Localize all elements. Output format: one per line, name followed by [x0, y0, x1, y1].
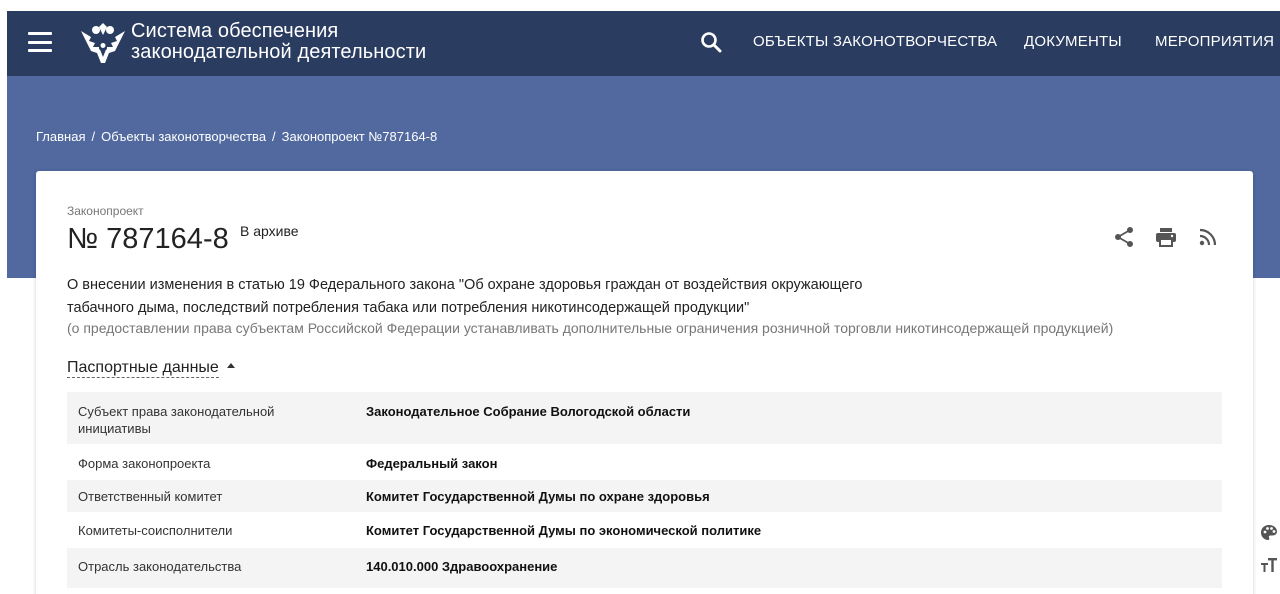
- hamburger-icon[interactable]: [28, 32, 52, 52]
- breadcrumb-separator: /: [272, 129, 276, 144]
- bill-card: Законопроект № 787164-8 В архиве О внесе…: [36, 171, 1253, 594]
- table-row: Субъект права законодательной инициативы…: [67, 392, 1222, 444]
- row-value: Комитет Государственной Думы по экономич…: [366, 523, 762, 538]
- row-value: 140.010.000 Здравоохранение: [366, 559, 558, 574]
- row-key: Отрасль законодательства: [78, 559, 242, 574]
- font-size-icon[interactable]: [1260, 556, 1278, 574]
- nav-documents[interactable]: ДОКУМЕНТЫ: [1024, 33, 1122, 50]
- site-title-line1: Система обеспечения: [131, 20, 339, 42]
- bill-title-line1: О внесении изменения в статью 19 Федерал…: [67, 277, 863, 293]
- table-row: Комитеты-соисполнители Комитет Государст…: [67, 512, 1222, 548]
- table-row: Форма законопроекта Федеральный закон: [67, 444, 1222, 480]
- search-icon[interactable]: [700, 31, 722, 53]
- row-key: Форма законопроекта: [78, 456, 211, 471]
- breadcrumb-current: Законопроект №787164-8: [281, 129, 438, 144]
- nav-events[interactable]: МЕРОПРИЯТИЯ: [1155, 33, 1274, 50]
- row-key-line2: инициативы: [78, 421, 151, 436]
- passport-data-label: Паспортные данные: [67, 359, 219, 378]
- row-key: Субъект права законодательной инициативы: [78, 403, 366, 437]
- passport-data-toggle[interactable]: Паспортные данные: [67, 359, 235, 378]
- share-icon[interactable]: [1112, 225, 1136, 249]
- print-icon[interactable]: [1154, 225, 1178, 249]
- rss-icon[interactable]: [1196, 225, 1220, 249]
- table-row: Ответственный комитет Комитет Государств…: [67, 480, 1222, 512]
- status-badge: В архиве: [240, 223, 299, 239]
- top-header: Система обеспечения законодательной деят…: [7, 11, 1280, 76]
- caret-up-icon: [226, 363, 235, 369]
- row-key: Ответственный комитет: [78, 489, 223, 504]
- breadcrumb-home[interactable]: Главная: [36, 129, 85, 144]
- bill-subtitle: (о предоставлении права субъектам Россий…: [67, 320, 1114, 336]
- passport-table: Субъект права законодательной инициативы…: [67, 392, 1222, 588]
- nav-lawmaking-objects[interactable]: ОБЪЕКТЫ ЗАКОНОТВОРЧЕСТВА: [753, 33, 997, 50]
- table-row: Отрасль законодательства 140.010.000 Здр…: [67, 548, 1222, 588]
- palette-icon[interactable]: [1260, 524, 1278, 542]
- row-value: Законодательное Собрание Вологодской обл…: [366, 404, 691, 419]
- breadcrumb-separator: /: [91, 129, 96, 144]
- emblem-icon[interactable]: [79, 21, 127, 65]
- bill-title-line2: табачного дыма, последствий потребления …: [67, 300, 750, 316]
- row-key-line1: Субъект права законодательной: [78, 404, 275, 419]
- page: Система обеспечения законодательной деят…: [0, 0, 1280, 594]
- site-title-line2: законодательной деятельности: [131, 41, 427, 63]
- row-key: Комитеты-соисполнители: [78, 523, 233, 538]
- doc-type-label: Законопроект: [67, 204, 144, 218]
- bill-number: № 787164-8: [67, 223, 229, 255]
- bill-title: О внесении изменения в статью 19 Федерал…: [67, 274, 1067, 320]
- site-title[interactable]: Система обеспечения законодательной деят…: [131, 21, 426, 63]
- row-value: Комитет Государственной Думы по охране з…: [366, 489, 710, 504]
- row-value: Федеральный закон: [366, 456, 498, 471]
- breadcrumb-lawmaking-objects[interactable]: Объекты законотворчества: [101, 129, 266, 144]
- breadcrumb: Главная / Объекты законотворчества / Законоп…: [36, 129, 437, 144]
